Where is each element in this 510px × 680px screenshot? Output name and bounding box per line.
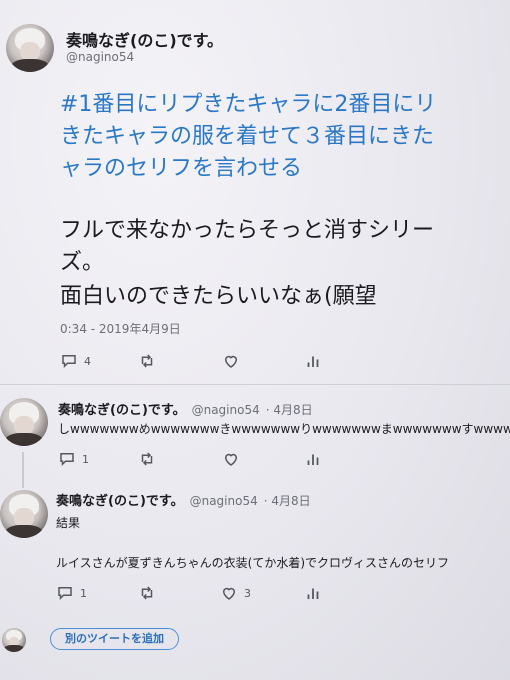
analytics-button[interactable] [304,352,322,370]
reply-count: 1 [80,586,87,600]
tweet-timestamp[interactable]: 0:34 - 2019年4月9日 [60,320,181,337]
reply-count: 1 [82,452,89,466]
reply-icon [56,584,74,602]
reply-button[interactable]: 1 [56,584,87,602]
tweet-body-line-1: フルで来なかったらそっと消すシリー [60,218,435,243]
reply-date[interactable]: · 4月8日 [264,492,311,509]
retweet-icon [138,352,156,370]
reply-icon [60,352,78,370]
display-name[interactable]: 奏鳴なぎ(のこ)です。 [66,27,223,51]
reply-1-text: しwwwwwwwめwwwwwwwきwwwwwwwりwwwwwwwまwwwwwww… [58,422,510,436]
retweet-button[interactable] [138,352,156,370]
like-icon [222,352,240,370]
reply-count: 4 [84,354,91,368]
handle[interactable]: @nagino54 [66,50,134,64]
like-button[interactable]: 3 [220,584,251,602]
reply-2-text-line-2: ルイスさんが夏ずきんちゃんの衣装(てか水着)でクロヴィスさんのセリフ [56,556,450,570]
retweet-icon [138,450,156,468]
display-name[interactable]: 奏鳴なぎ(のこ)です。 [56,490,184,509]
analytics-icon [304,352,322,370]
like-icon [220,584,238,602]
analytics-icon [304,450,322,468]
add-tweet-button[interactable]: 別のツイートを追加 [50,628,179,650]
reply-icon [58,450,76,468]
avatar[interactable] [2,628,26,652]
retweet-button[interactable] [138,450,156,468]
divider [0,384,510,385]
analytics-icon [304,584,322,602]
avatar[interactable] [0,490,48,538]
display-name[interactable]: 奏鳴なぎ(のこ)です。 [58,399,186,418]
like-count: 3 [244,586,251,600]
reply-2-text-line-1: 結果 [56,516,81,530]
reply-1-header: 奏鳴なぎ(のこ)です。 @nagino54 · 4月8日 [58,399,313,418]
analytics-button[interactable] [304,584,322,602]
handle[interactable]: @nagino54 [192,403,260,417]
tweet-body-line-3: 面白いのできたらいいなぁ(願望 [60,284,377,309]
hashtag-line-3[interactable]: ャラのセリフを言わせる [60,150,302,182]
like-button[interactable] [222,352,240,370]
analytics-button[interactable] [304,450,322,468]
retweet-icon [138,584,156,602]
retweet-button[interactable] [138,584,156,602]
handle[interactable]: @nagino54 [190,494,258,508]
reply-date[interactable]: · 4月8日 [266,401,313,418]
thread-line [22,452,24,488]
reply-button[interactable]: 4 [60,352,91,370]
avatar[interactable] [6,24,54,72]
reply-button[interactable]: 1 [58,450,89,468]
tweet-body-line-2: ズ。 [60,250,105,275]
hashtag-line-2[interactable]: きたキャラの服を着せて３番目にきた [60,118,434,150]
like-button[interactable] [222,450,240,468]
avatar[interactable] [0,398,48,446]
hashtag-line-1[interactable]: #1番目にリプきたキャラに2番目にリ [60,86,436,118]
reply-2-header: 奏鳴なぎ(のこ)です。 @nagino54 · 4月8日 [56,490,311,509]
like-icon [222,450,240,468]
